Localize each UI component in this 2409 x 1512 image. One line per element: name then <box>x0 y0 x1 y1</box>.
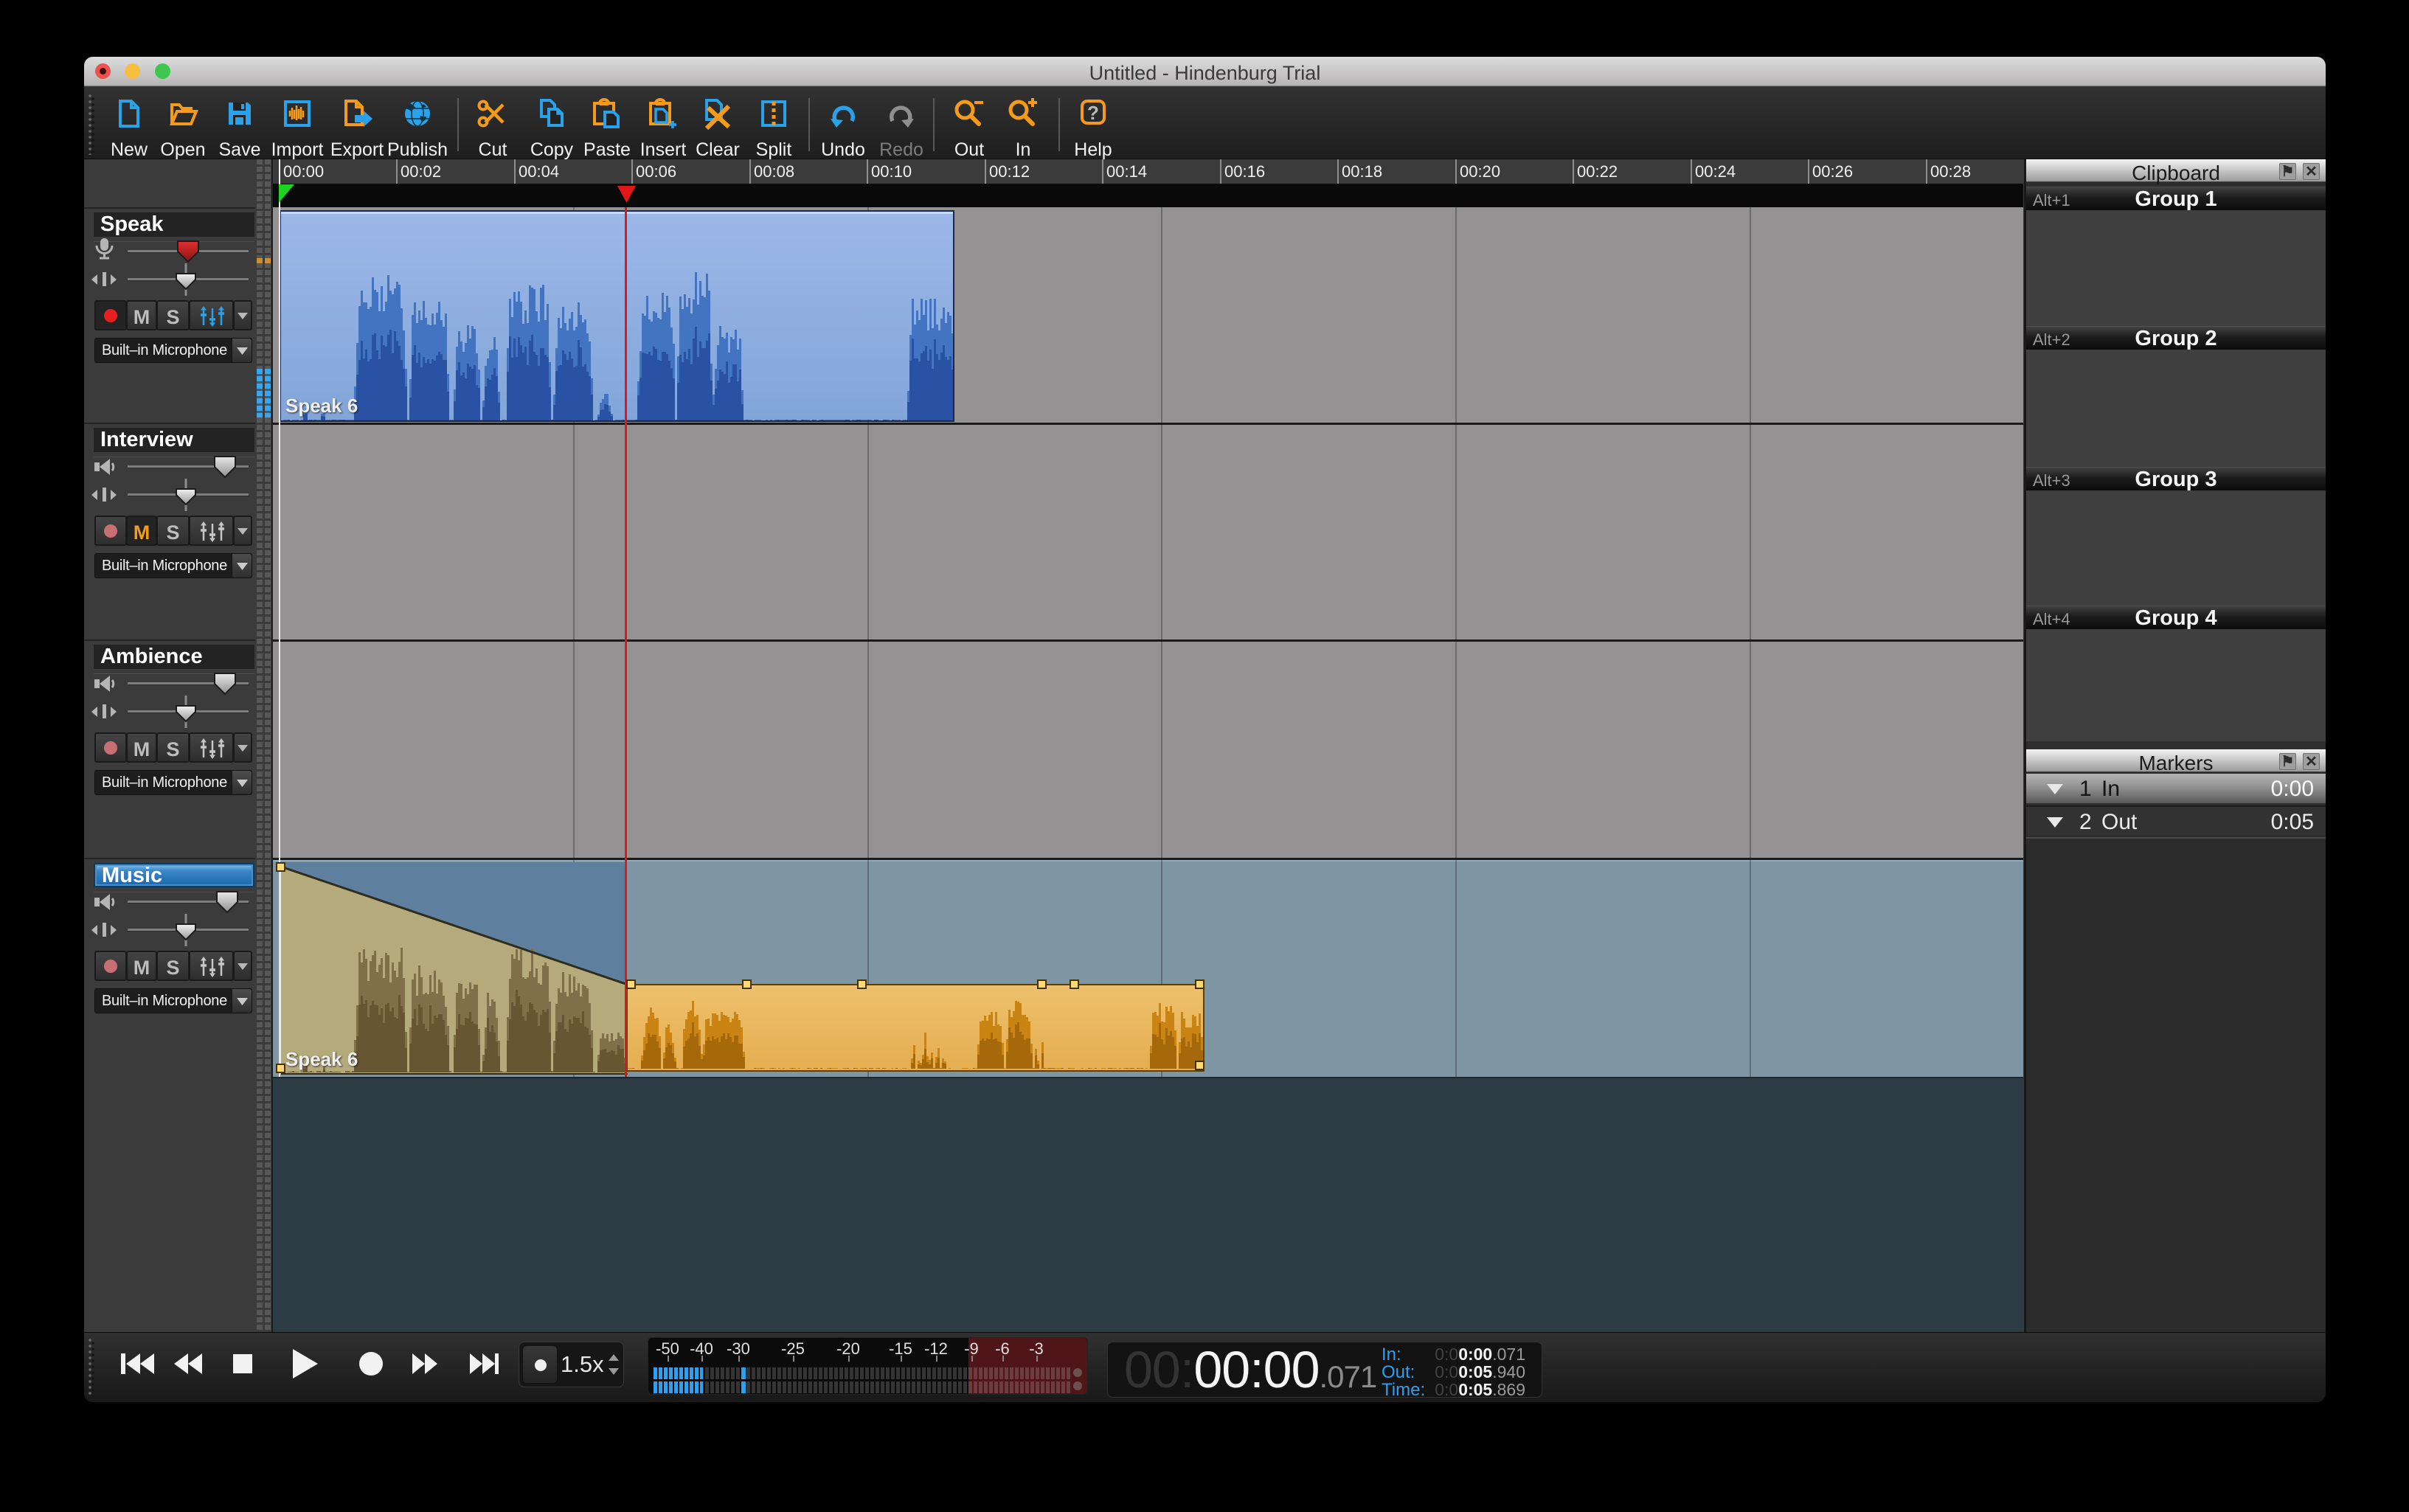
svg-text:?: ? <box>1087 102 1099 124</box>
